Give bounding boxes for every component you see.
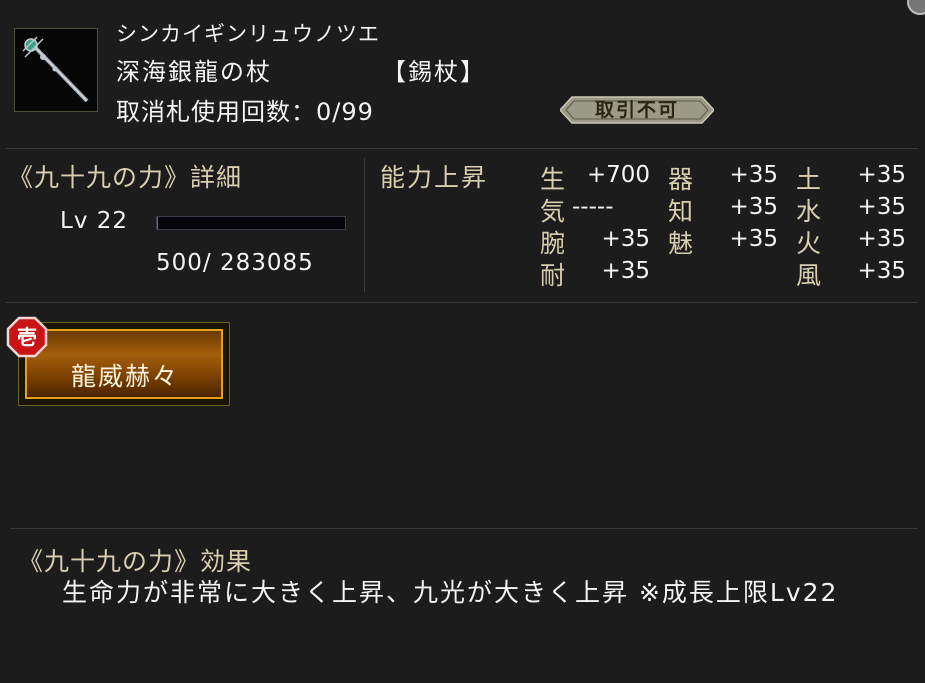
stat-value-earth: +35 bbox=[857, 162, 906, 188]
stat-value-arm: +35 bbox=[601, 226, 650, 252]
skill-button-frame: 龍威赫々 bbox=[25, 329, 223, 399]
stat-key-dex: 器 bbox=[668, 165, 694, 194]
rank-badge: 壱 bbox=[6, 316, 48, 358]
stat-key-charm: 魅 bbox=[668, 229, 694, 258]
item-reading: シンカイギンリュウノツエ bbox=[116, 22, 380, 46]
level-text: Lv 22 bbox=[60, 208, 129, 234]
skill-name: 龍威赫々 bbox=[71, 362, 180, 391]
effect-title: 《九十九の力》効果 bbox=[18, 547, 253, 576]
rank-badge-label: 壱 bbox=[17, 325, 37, 349]
divider-middle bbox=[364, 158, 365, 292]
close-button[interactable] bbox=[906, 0, 925, 16]
stat-key-fire: 火 bbox=[796, 229, 822, 258]
stat-value-hp: +700 bbox=[586, 162, 650, 188]
stat-key-int: 知 bbox=[668, 197, 694, 226]
effect-description: 生命力が非常に大きく上昇、九光が大きく上昇 ※成長上限Lv22 bbox=[62, 578, 839, 607]
item-name: 深海銀龍の杖 bbox=[116, 58, 272, 86]
stat-value-spirit: ----- bbox=[572, 194, 614, 220]
untradeable-label: 取引不可 bbox=[594, 99, 679, 121]
divider-bottom bbox=[10, 528, 918, 529]
stat-key-wind: 風 bbox=[796, 261, 822, 290]
divider-top bbox=[6, 148, 918, 149]
divider-mid bbox=[6, 302, 918, 303]
stat-value-int: +35 bbox=[729, 194, 778, 220]
stat-value-charm: +35 bbox=[729, 226, 778, 252]
stat-key-spirit: 気 bbox=[540, 197, 566, 226]
stat-key-endurance: 耐 bbox=[540, 261, 566, 290]
stat-value-wind: +35 bbox=[857, 258, 906, 284]
cancel-ticket-uses: 取消札使用回数：0/99 bbox=[116, 98, 374, 126]
stat-value-dex: +35 bbox=[729, 162, 778, 188]
untradeable-badge: 取引不可 bbox=[560, 95, 714, 125]
stat-value-fire: +35 bbox=[857, 226, 906, 252]
item-category: 【錫杖】 bbox=[382, 58, 486, 86]
ability-title: 能力上昇 bbox=[380, 163, 489, 192]
staff-icon bbox=[14, 28, 98, 112]
detail-title: 《九十九の力》詳細 bbox=[8, 163, 243, 192]
stat-key-water: 水 bbox=[796, 197, 822, 226]
exp-progress-bar bbox=[156, 216, 346, 230]
stat-key-arm: 腕 bbox=[540, 229, 566, 258]
stat-key-hp: 生 bbox=[540, 165, 566, 194]
exp-text: 500/ 283085 bbox=[156, 250, 314, 276]
skill-button[interactable]: 龍威赫々 bbox=[18, 322, 230, 406]
stat-key-earth: 土 bbox=[796, 165, 822, 194]
stat-value-water: +35 bbox=[857, 194, 906, 220]
stat-value-endurance: +35 bbox=[601, 258, 650, 284]
